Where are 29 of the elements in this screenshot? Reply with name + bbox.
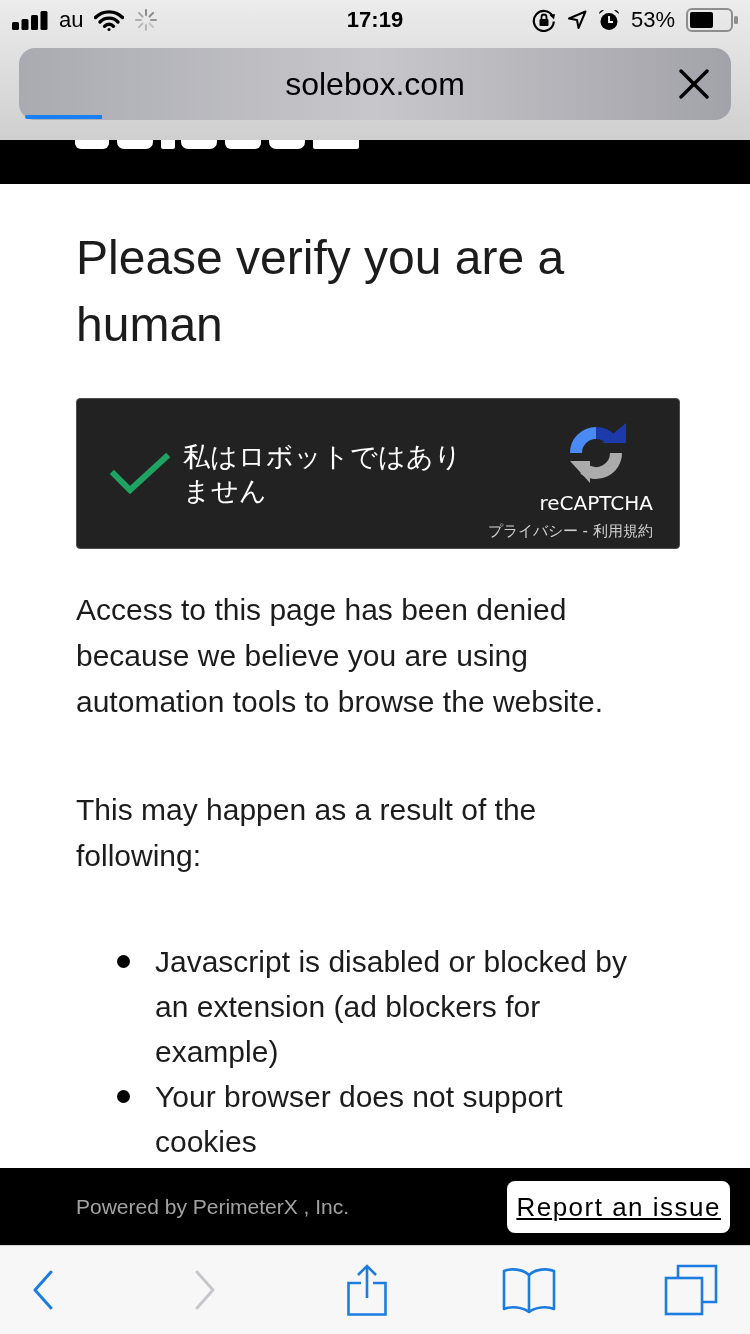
carrier-name: au (59, 8, 84, 32)
bullet-icon (117, 955, 130, 968)
body-paragraph: This may happen as a result of the following: (76, 792, 538, 874)
location-arrow-icon (566, 10, 587, 30)
battery-percent: 53% (630, 8, 675, 32)
alarm-clock-icon (597, 9, 620, 31)
checkmark-icon[interactable] (110, 451, 170, 496)
terms-link[interactable]: 利用規約 (593, 521, 653, 541)
powered-by-text: Powered by PerimeterX , Inc. (76, 1193, 350, 1220)
body-paragraph: Access to this page has been denied because we believe you are using automation tools to browse the website. (76, 592, 604, 720)
loading-spinner-icon (135, 9, 158, 31)
wifi-icon (94, 9, 125, 31)
close-button[interactable] (677, 67, 711, 101)
bullet-icon (117, 1090, 130, 1103)
page-heading: Please verify you are a human (76, 230, 566, 353)
url-text: solebox.com (285, 65, 465, 103)
clock-time: 17:19 (346, 8, 404, 32)
close-icon (679, 69, 709, 99)
report-issue-button[interactable]: Report an issue (507, 1180, 730, 1233)
address-bar[interactable]: solebox.com (19, 48, 731, 120)
captcha-label: 私はロボットではありません (183, 439, 463, 508)
reason-text: Your browser does not support cookies (155, 1079, 564, 1160)
privacy-link[interactable]: プライバシー (487, 521, 578, 541)
link-separator: - (582, 521, 588, 541)
rotation-lock-icon (531, 8, 556, 32)
reason-text: Javascript is disabled or blocked by an extension (ad blockers for example) (155, 944, 628, 1070)
battery-icon (686, 8, 738, 32)
signal-bars-icon (12, 10, 48, 30)
captcha-brand: reCAPTCHA (539, 491, 653, 515)
